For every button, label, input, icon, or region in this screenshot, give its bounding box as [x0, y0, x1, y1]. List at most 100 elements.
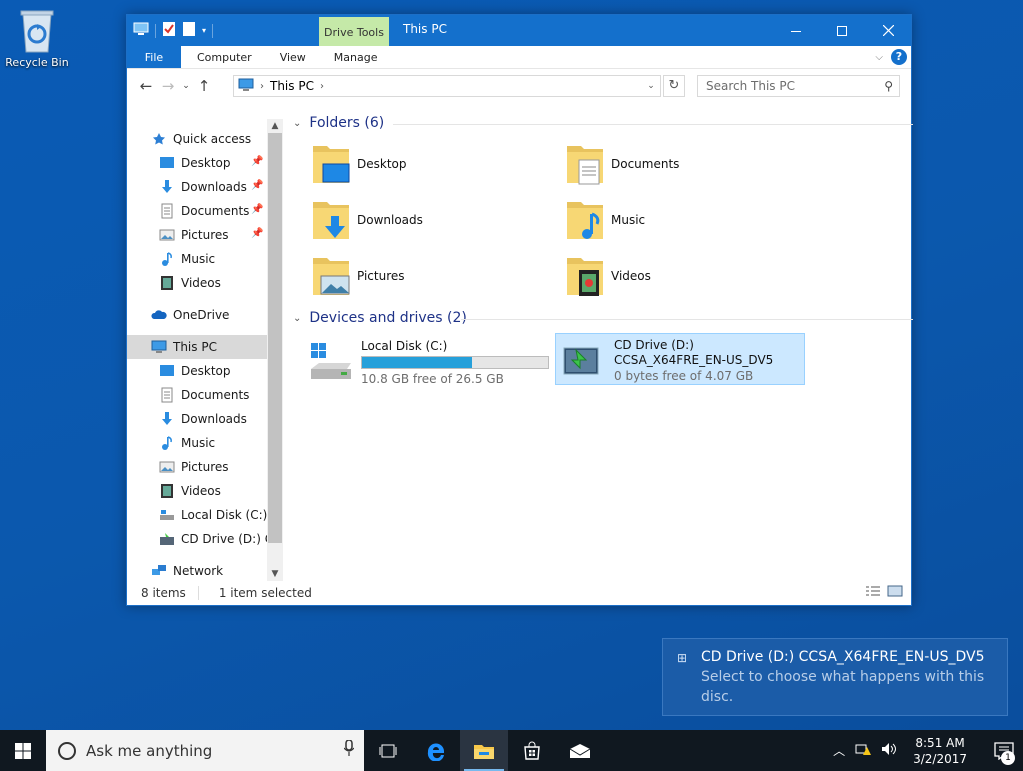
downloads-folder-icon: [311, 198, 351, 242]
desktop-folder-icon: [311, 142, 351, 186]
recycle-bin-desktop-icon[interactable]: Recycle Bin: [4, 8, 70, 69]
nav-pc-pictures[interactable]: Pictures: [127, 455, 283, 479]
download-icon: [159, 179, 175, 195]
nav-scrollbar[interactable]: ▲ ▼: [267, 119, 283, 581]
task-view-icon: [379, 744, 397, 757]
edge-button[interactable]: [412, 730, 460, 771]
nav-pc-downloads[interactable]: Downloads: [127, 407, 283, 431]
tab-view[interactable]: View: [266, 46, 320, 68]
nav-pc-documents[interactable]: Documents: [127, 383, 283, 407]
cortana-search-box[interactable]: Ask me anything: [46, 730, 364, 771]
cortana-icon: [58, 741, 76, 760]
taskbar: Ask me anything ︿ 8:51 AM 3/2/2017 1: [0, 730, 1023, 771]
nav-pc-local-disk[interactable]: Local Disk (C:): [127, 503, 283, 527]
folder-desktop[interactable]: Desktop: [311, 141, 551, 187]
quick-access-toolbar: ▾: [133, 21, 214, 40]
nav-pc-cd-drive[interactable]: CD Drive (D:) CC: [127, 527, 283, 551]
forward-button[interactable]: →: [157, 77, 179, 95]
drive-cd-d[interactable]: CD Drive (D:) CCSA_X64FRE_EN-US_DV5 0 by…: [555, 333, 805, 385]
action-center-button[interactable]: 1: [985, 730, 1023, 771]
folder-downloads[interactable]: Downloads: [311, 197, 551, 243]
up-button[interactable]: ↑: [193, 77, 215, 95]
nav-pc-videos[interactable]: Videos: [127, 479, 283, 503]
edge-icon: [427, 743, 444, 761]
hard-drive-icon: [159, 507, 175, 523]
nav-qa-videos[interactable]: Videos: [127, 271, 283, 295]
recycle-bin-label: Recycle Bin: [5, 56, 69, 69]
large-icons-view-icon[interactable]: [887, 585, 903, 600]
autoplay-icon: ⊞: [677, 651, 688, 665]
recycle-bin-icon: [17, 8, 57, 54]
notification-body: Select to choose what happens with this …: [701, 669, 985, 705]
nav-qa-music[interactable]: Music: [127, 247, 283, 271]
new-folder-icon[interactable]: [182, 21, 196, 40]
pin-icon: 📌: [251, 228, 264, 239]
start-button[interactable]: [0, 730, 46, 771]
cd-drive-icon: [560, 338, 608, 382]
folder-music[interactable]: Music: [565, 197, 805, 243]
expand-ribbon-icon[interactable]: ⌵: [875, 52, 883, 63]
item-count: 8 items: [141, 586, 186, 600]
drive-local-disk-c[interactable]: Local Disk (C:) 10.8 GB free of 26.5 GB: [303, 335, 553, 387]
clock[interactable]: 8:51 AM 3/2/2017: [913, 735, 967, 767]
minimize-button[interactable]: [773, 15, 819, 46]
clock-time: 8:51 AM: [915, 735, 965, 750]
nav-pc-desktop[interactable]: Desktop: [127, 359, 283, 383]
pin-icon: 📌: [251, 156, 264, 167]
nav-onedrive[interactable]: OneDrive: [127, 303, 283, 327]
microphone-icon[interactable]: [343, 739, 355, 760]
nav-pc-music[interactable]: Music: [127, 431, 283, 455]
task-view-button[interactable]: [364, 730, 412, 771]
selection-count: 1 item selected: [218, 586, 312, 600]
folder-videos[interactable]: Videos: [565, 253, 805, 299]
refresh-button[interactable]: ↻: [663, 75, 685, 97]
network-warning-icon[interactable]: [855, 742, 872, 759]
store-icon: [524, 741, 540, 760]
pictures-icon: [159, 459, 175, 475]
nav-qa-documents[interactable]: Documents 📌: [127, 199, 283, 223]
folder-pictures[interactable]: Pictures: [311, 253, 551, 299]
navigation-pane: Quick access Desktop 📌 Downloads 📌 Documen…: [127, 119, 283, 581]
tab-computer[interactable]: Computer: [181, 46, 266, 68]
nav-network[interactable]: Network: [127, 559, 283, 581]
file-explorer-window: ▾ Drive Tools This PC File Computer View…: [126, 14, 913, 606]
properties-icon[interactable]: [162, 21, 176, 40]
mail-button[interactable]: [556, 730, 604, 771]
details-view-icon[interactable]: [865, 585, 881, 600]
autoplay-notification[interactable]: ⊞ CD Drive (D:) CCSA_X64FRE_EN-US_DV5 Se…: [662, 638, 1008, 716]
show-hidden-icons-icon[interactable]: ︿: [833, 742, 845, 759]
clock-date: 3/2/2017: [913, 751, 967, 766]
folders-group-header[interactable]: ⌄ Folders (6): [293, 115, 913, 131]
cd-drive-icon: [159, 531, 175, 547]
recent-locations-icon[interactable]: ⌄: [179, 81, 193, 91]
search-input[interactable]: Search This PC ⚲: [697, 75, 900, 97]
maximize-button[interactable]: [819, 15, 865, 46]
nav-quick-access[interactable]: Quick access: [127, 127, 283, 151]
collapse-chevron-icon: ⌄: [293, 312, 302, 324]
volume-icon[interactable]: [881, 742, 897, 759]
customize-qat-icon[interactable]: ▾: [202, 26, 206, 35]
tab-file[interactable]: File: [127, 46, 181, 68]
address-bar[interactable]: › This PC › ⌄: [233, 75, 661, 97]
tab-manage[interactable]: Manage: [320, 46, 392, 68]
address-dropdown-icon[interactable]: ⌄: [642, 76, 660, 96]
pin-icon: 📌: [251, 180, 264, 191]
scrollbar-thumb[interactable]: [268, 133, 282, 543]
file-explorer-button[interactable]: [460, 730, 508, 771]
help-icon[interactable]: ?: [891, 49, 907, 65]
content-pane: ⌄ Folders (6) Desktop Documents Download…: [287, 111, 913, 581]
system-tray: ︿ 8:51 AM 3/2/2017 1: [833, 730, 1023, 771]
store-button[interactable]: [508, 730, 556, 771]
breadcrumb[interactable]: This PC: [270, 79, 314, 93]
ribbon-tabs: File Computer View Manage ⌵ ?: [127, 46, 911, 69]
devices-group-header[interactable]: ⌄ Devices and drives (2): [293, 310, 913, 326]
nav-this-pc[interactable]: This PC: [127, 335, 283, 359]
back-button[interactable]: ←: [135, 77, 157, 95]
folder-documents[interactable]: Documents: [565, 141, 805, 187]
nav-qa-pictures[interactable]: Pictures 📌: [127, 223, 283, 247]
nav-qa-desktop[interactable]: Desktop 📌: [127, 151, 283, 175]
this-pc-icon: [151, 339, 167, 355]
status-bar: 8 items 1 item selected: [127, 581, 911, 605]
nav-qa-downloads[interactable]: Downloads 📌: [127, 175, 283, 199]
close-button[interactable]: [865, 15, 911, 46]
